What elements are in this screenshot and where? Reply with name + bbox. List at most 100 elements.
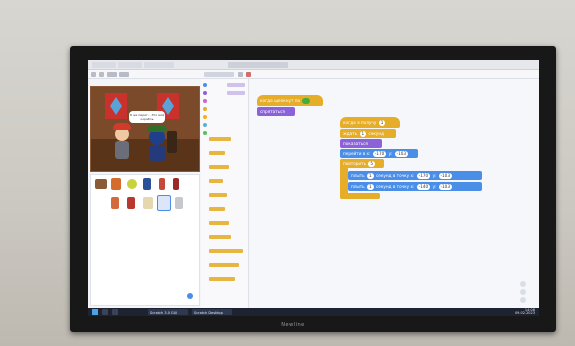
display-screen: Я же пират... Это мой корабль когда щелк…	[88, 60, 539, 316]
palette-block[interactable]	[209, 137, 231, 141]
glide-x-input[interactable]: -170	[416, 173, 431, 179]
go-to-xy-block[interactable]: перейти в x: -170 y: -103	[340, 149, 418, 158]
glide-y-input[interactable]: -103	[438, 173, 453, 179]
category-events[interactable]	[203, 107, 207, 111]
browser-tab[interactable]	[92, 62, 116, 68]
palette-block[interactable]	[209, 277, 235, 281]
zoom-reset-icon[interactable]	[520, 297, 526, 303]
browser-tab[interactable]	[118, 62, 142, 68]
when-flag-label: когда щелкнут по	[260, 98, 301, 103]
glide-label: плыть	[351, 173, 365, 178]
project-title-field[interactable]	[204, 72, 234, 77]
zoom-out-icon[interactable]	[520, 289, 526, 295]
script-area[interactable]: когда щелкнут по спрятаться когда я полу…	[250, 79, 539, 316]
palette-block[interactable]	[209, 263, 239, 267]
category-looks[interactable]	[203, 91, 207, 95]
scratch-logo-icon[interactable]	[91, 72, 96, 77]
taskbar-app-1[interactable]: Scratch 3.0 GUI	[148, 309, 188, 315]
palette-block[interactable]	[209, 235, 231, 239]
glide-block-2[interactable]: плыть 1 секунд в точку x: -140 y: -103	[348, 182, 482, 191]
glide-y-label: y:	[432, 184, 437, 189]
glide-secs-input[interactable]: 1	[366, 173, 374, 179]
goto-x-input[interactable]: -170	[372, 151, 387, 157]
goto-y-label: y:	[388, 151, 393, 156]
category-sound[interactable]	[203, 99, 207, 103]
category-motion[interactable]	[203, 83, 207, 87]
sprite-thumb[interactable]	[95, 179, 107, 189]
goto-y-input[interactable]: -103	[394, 151, 409, 157]
stop-icon[interactable]	[246, 72, 251, 77]
show-block[interactable]: показаться	[340, 139, 382, 148]
message-dropdown[interactable]: 1	[378, 120, 386, 126]
glide-y-input[interactable]: -103	[438, 184, 453, 190]
repeat-block-footer	[340, 193, 380, 199]
sprite-thumb[interactable]	[143, 197, 153, 209]
glide-y-label: y:	[432, 173, 437, 178]
sprite-thumb[interactable]	[159, 178, 165, 190]
palette-block[interactable]	[209, 249, 243, 253]
glide-block-1[interactable]: плыть 1 секунд в точку x: -170 y: -103	[348, 171, 482, 180]
clock-date: 09.02.2023	[514, 311, 535, 315]
sprite-thumb[interactable]	[175, 197, 183, 209]
window-left	[105, 93, 127, 119]
browser-tab-bar	[88, 60, 539, 70]
palette-block[interactable]	[209, 151, 225, 155]
category-sensing[interactable]	[203, 123, 207, 127]
sprite-thumb[interactable]	[173, 178, 179, 190]
repeat-count-input[interactable]: 5	[368, 161, 376, 167]
sprite-thumb[interactable]	[143, 178, 151, 190]
hide-block[interactable]: спрятаться	[257, 107, 295, 116]
when-i-receive-block[interactable]: когда я получу 1	[340, 117, 400, 128]
add-sprite-button[interactable]	[187, 293, 193, 299]
second-sprite-body	[149, 145, 165, 161]
pirate-sprite-body	[115, 141, 129, 159]
search-icon[interactable]	[102, 309, 108, 315]
goto-label: перейти в x:	[343, 151, 371, 156]
address-bar[interactable]	[228, 62, 288, 68]
category-control[interactable]	[203, 115, 207, 119]
green-flag-icon[interactable]	[238, 72, 243, 77]
repeat-label: повторить	[343, 161, 367, 166]
taskbar-app-label: Scratch Desktop	[194, 311, 223, 315]
palette-block[interactable]	[209, 165, 229, 169]
sprite-thumb[interactable]	[127, 197, 135, 209]
green-flag-icon	[302, 98, 311, 104]
wait-seconds-input[interactable]: 1	[359, 131, 367, 137]
file-menu[interactable]	[107, 72, 117, 77]
palette-block[interactable]	[209, 207, 225, 211]
glide-mid-label: секунд в точку x:	[376, 173, 415, 178]
category-operators[interactable]	[203, 131, 207, 135]
green-hat	[147, 125, 167, 132]
task-view-icon[interactable]	[112, 309, 118, 315]
taskbar-app-label: Scratch 3.0 GUI	[150, 311, 178, 315]
repeat-block[interactable]: повторить 5	[340, 159, 384, 168]
sprite-thumb[interactable]	[111, 197, 119, 209]
taskbar-clock[interactable]: 14:08 09.02.2023	[514, 308, 535, 315]
windows-start-icon[interactable]	[92, 309, 98, 315]
palette-block[interactable]	[227, 83, 245, 87]
browser-tab[interactable]	[144, 62, 174, 68]
stage[interactable]: Я же пират... Это мой корабль	[90, 86, 200, 172]
pirate-hat	[113, 123, 131, 130]
wait-suffix: секунд	[368, 131, 385, 136]
palette-block[interactable]	[209, 179, 223, 183]
wait-block[interactable]: ждать 1 секунд	[340, 129, 396, 138]
glide-secs-input[interactable]: 1	[366, 184, 374, 190]
sprite-thumb[interactable]	[111, 178, 121, 190]
glide-mid-label: секунд в точку x:	[376, 184, 415, 189]
scratch-menu-bar	[88, 70, 539, 79]
when-flag-clicked-block[interactable]: когда щелкнут по	[257, 95, 323, 106]
edit-menu[interactable]	[119, 72, 129, 77]
sprite-thumb[interactable]	[127, 179, 137, 189]
palette-block[interactable]	[209, 193, 227, 197]
globe-icon[interactable]	[99, 72, 104, 77]
when-receive-label: когда я получу	[343, 120, 377, 125]
palette-block[interactable]	[227, 91, 245, 95]
speech-bubble: Я же пират... Это мой корабль	[129, 111, 165, 123]
glide-x-input[interactable]: -140	[416, 184, 431, 190]
taskbar-app-2[interactable]: Scratch Desktop	[192, 309, 232, 315]
sprite-thumb-selected[interactable]	[157, 195, 171, 211]
glide-label: плыть	[351, 184, 365, 189]
zoom-in-icon[interactable]	[520, 281, 526, 287]
palette-block[interactable]	[209, 221, 229, 225]
